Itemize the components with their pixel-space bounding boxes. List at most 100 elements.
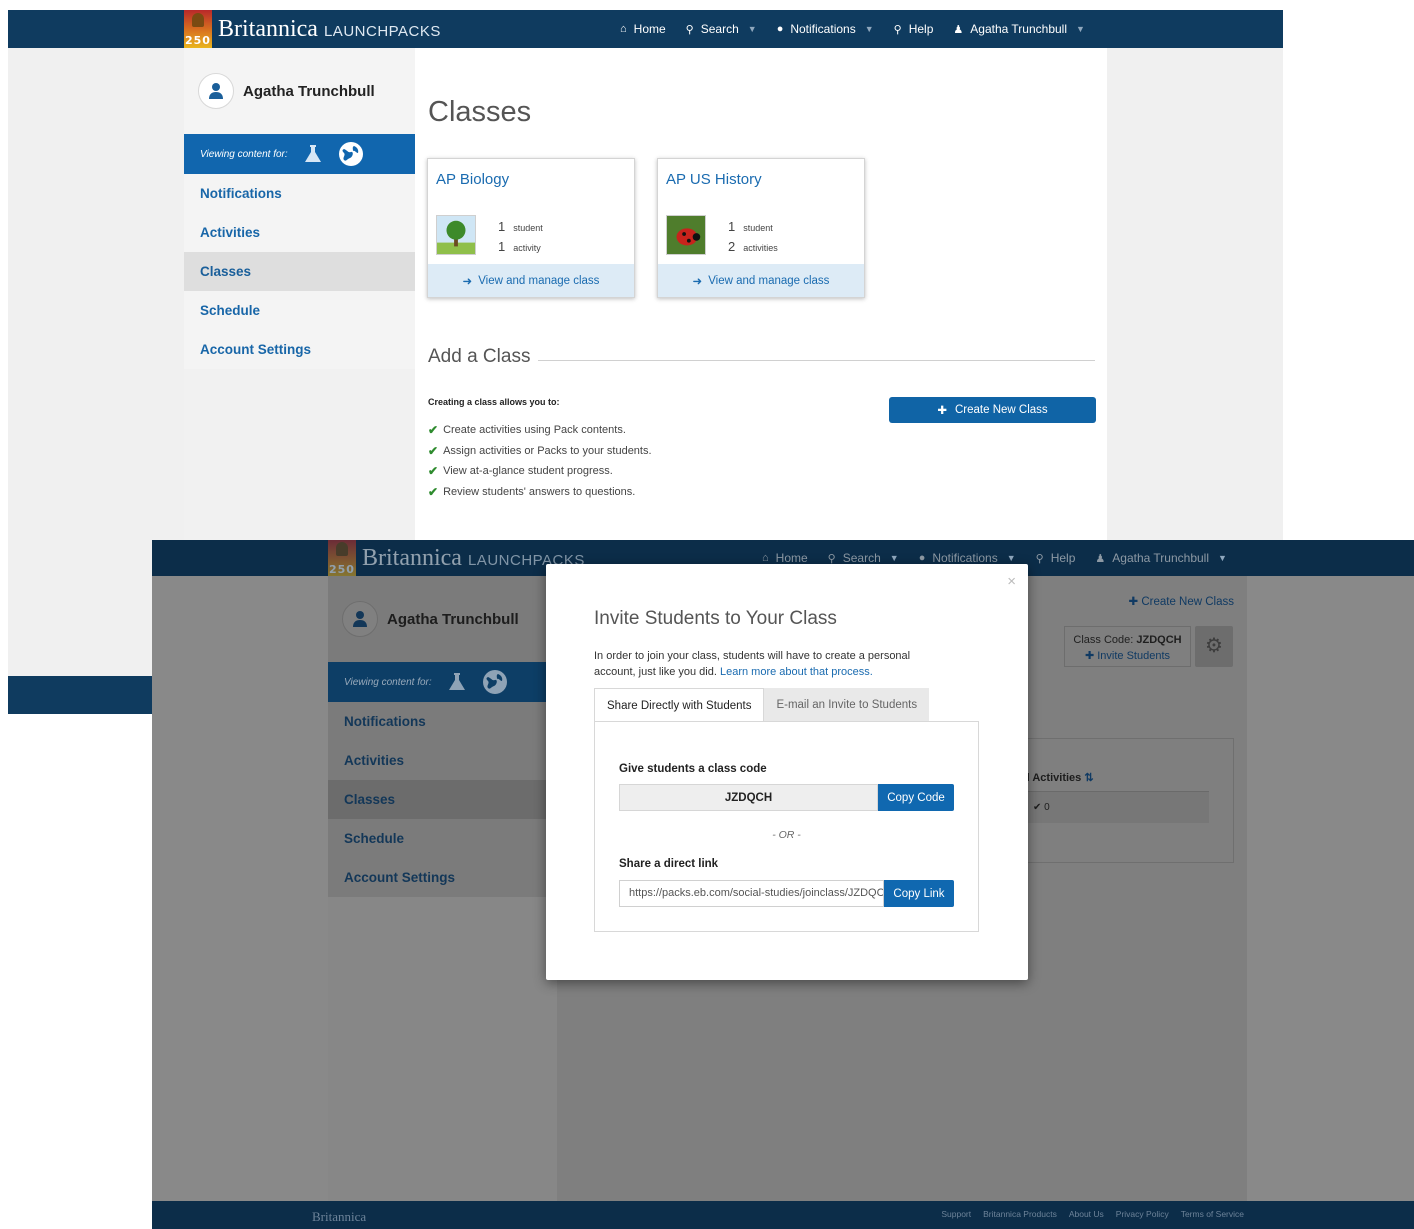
sidebar-item-account-settings[interactable]: Account Settings <box>328 858 557 897</box>
add-class-heading: Add a Class <box>428 346 1095 368</box>
activities-stat: 2 activities <box>728 239 778 254</box>
britannica-logo[interactable]: 250 Britannica LAUNCHPACKS <box>184 10 441 48</box>
modal-title: Invite Students to Your Class <box>594 608 837 629</box>
nav-search[interactable]: ⚲ Search ▼ <box>828 551 899 565</box>
plus-icon: ✚ <box>1084 650 1095 662</box>
globe-icon[interactable] <box>338 141 364 167</box>
sidebar-item-activities[interactable]: Activities <box>184 213 415 252</box>
class-code-label: Give students a class code <box>619 763 767 775</box>
250-anniversary-badge: 250 <box>328 540 356 577</box>
top-navbar: 250 Britannica LAUNCHPACKS ⌂ Home ⚲ Search… <box>8 10 1283 48</box>
view-manage-class-link[interactable]: ➜ View and manage class <box>658 264 864 297</box>
list-item: ✔ Assign activities or Packs to your stud… <box>428 443 652 458</box>
class-code-box: Class Code: JZDQCH ✚ Invite Students <box>1064 626 1191 667</box>
chevron-down-icon: ▼ <box>864 24 874 34</box>
list-item: ✔ Review students' answers to questions. <box>428 484 636 499</box>
students-stat: 1 student <box>728 219 773 234</box>
students-stat: 1 student <box>498 219 543 234</box>
copy-link-button[interactable]: Copy Link <box>884 880 954 907</box>
view-manage-class-link[interactable]: ➜ View and manage class <box>428 264 634 297</box>
activities-stat: 1 activity <box>498 239 541 254</box>
footer: Britannica Support Britannica Products A… <box>152 1201 1414 1229</box>
sidebar-item-classes[interactable]: Classes <box>184 252 415 291</box>
sidebar-item-notifications[interactable]: Notifications <box>328 702 557 741</box>
nav-help[interactable]: ⚲ Help <box>1036 551 1076 565</box>
sidebar-item-notifications[interactable]: Notifications <box>184 174 415 213</box>
or-separator: - OR - <box>772 829 801 841</box>
nav-user[interactable]: ♟ Agatha Trunchbull ▼ <box>953 22 1085 36</box>
class-card-ap-us-history[interactable]: AP US History 1 student 2 activities ➜ View… <box>657 158 865 298</box>
learn-more-link[interactable]: Learn more about that process. <box>720 666 873 678</box>
table-row: ✔ 0 <box>1023 791 1209 823</box>
avatar <box>198 73 234 109</box>
brand-name: Britannica <box>362 544 462 571</box>
tab-email-invite[interactable]: E-mail an Invite to Students <box>764 688 930 722</box>
footer-link-terms[interactable]: Terms of Service <box>1181 1209 1244 1219</box>
nav-help[interactable]: ⚲ Help <box>894 22 934 36</box>
class-name[interactable]: AP US History <box>666 171 762 188</box>
flask-icon[interactable] <box>446 671 468 693</box>
list-item: ✔ Create activities using Pack contents. <box>428 423 626 438</box>
sidebar-item-schedule[interactable]: Schedule <box>184 291 415 330</box>
footer-link-support[interactable]: Support <box>941 1209 971 1219</box>
class-card-ap-biology[interactable]: AP Biology 1 student 1 activity ➜ View and … <box>427 158 635 298</box>
viewing-content-bar: Viewing content for: <box>184 134 415 174</box>
footer-link-products[interactable]: Britannica Products <box>983 1209 1057 1219</box>
search-icon: ⚲ <box>685 23 694 36</box>
sidebar: Agatha Trunchbull Viewing content for: N… <box>184 48 415 369</box>
sidebar-item-activities[interactable]: Activities <box>328 741 557 780</box>
check-icon: ✔ <box>428 484 439 499</box>
chevron-down-icon: ▼ <box>1076 24 1085 34</box>
check-icon: ✔ <box>428 464 439 479</box>
check-icon: ✔ <box>428 443 439 458</box>
nav-home[interactable]: ⌂ Home <box>620 22 666 36</box>
allows-heading: Creating a class allows you to: <box>428 397 560 407</box>
tab-share-directly[interactable]: Share Directly with Students <box>594 688 765 722</box>
nav-notifications[interactable]: ● Notifications ▼ <box>777 22 874 36</box>
arrow-right-icon: ➜ <box>692 275 703 288</box>
sort-icon[interactable]: ⇅ <box>1084 772 1093 784</box>
tree-thumbnail <box>436 215 476 255</box>
profile-name: Agatha Trunchbull <box>387 610 519 628</box>
profile-block: Agatha Trunchbull <box>328 576 557 662</box>
class-name[interactable]: AP Biology <box>436 171 509 188</box>
create-new-class-link[interactable]: ✚ Create New Class <box>1128 594 1234 608</box>
viewing-label: Viewing content for: <box>344 676 432 688</box>
copy-code-button[interactable]: Copy Code <box>878 784 954 811</box>
comment-icon: ● <box>776 23 784 35</box>
chevron-down-icon: ▼ <box>889 553 899 563</box>
direct-link-field[interactable]: https://packs.eb.com/social-studies/join… <box>619 880 884 907</box>
nav-home[interactable]: ⌂ Home <box>762 551 808 565</box>
activities-header: d Activities ⇅ <box>1023 772 1094 784</box>
user-icon: ♟ <box>953 23 964 36</box>
flask-icon[interactable] <box>302 143 324 165</box>
lightbulb-icon: ⚲ <box>893 23 902 36</box>
footer-brand: Britannica <box>312 1209 367 1224</box>
sidebar: Agatha Trunchbull Viewing content for: N… <box>328 576 557 897</box>
invite-screenshot: 250 Britannica LAUNCHPACKS ⌂ Home ⚲ Search… <box>152 540 1414 1229</box>
comment-icon: ● <box>918 552 926 564</box>
nav-user[interactable]: ♟ Agatha Trunchbull ▼ <box>1095 551 1227 565</box>
ladybug-thumbnail <box>666 215 706 255</box>
search-icon: ⚲ <box>827 552 836 565</box>
globe-icon[interactable] <box>482 669 508 695</box>
nav-notifications[interactable]: ● Notifications ▼ <box>919 551 1016 565</box>
nav-search[interactable]: ⚲ Search ▼ <box>686 22 757 36</box>
footer-link-privacy[interactable]: Privacy Policy <box>1116 1209 1169 1219</box>
sidebar-item-schedule[interactable]: Schedule <box>328 819 557 858</box>
class-code-field[interactable]: JZDQCH <box>619 784 878 811</box>
user-icon <box>209 83 223 99</box>
user-icon: ♟ <box>1095 552 1106 565</box>
invite-students-link[interactable]: ✚ Invite Students <box>1065 648 1190 664</box>
direct-link-label: Share a direct link <box>619 858 719 870</box>
gear-icon[interactable]: ⚙ <box>1195 626 1233 667</box>
sidebar-item-classes[interactable]: Classes <box>328 780 557 819</box>
user-icon <box>353 611 367 627</box>
sidebar-item-account-settings[interactable]: Account Settings <box>184 330 415 369</box>
footer-links: Support Britannica Products About Us Pri… <box>941 1209 1244 1219</box>
arrow-right-icon: ➜ <box>462 275 473 288</box>
viewing-label: Viewing content for: <box>200 148 288 160</box>
create-new-class-button[interactable]: ✚ Create New Class <box>889 397 1096 423</box>
footer-link-about[interactable]: About Us <box>1069 1209 1104 1219</box>
close-icon[interactable]: × <box>1007 573 1016 590</box>
